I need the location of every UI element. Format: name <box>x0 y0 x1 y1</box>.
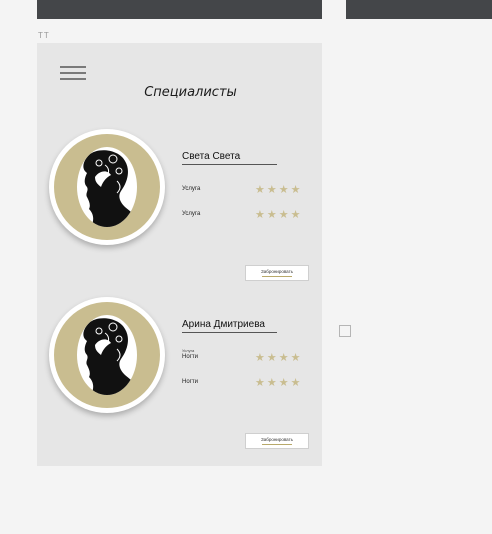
book-button-label: Забронировать <box>261 269 293 274</box>
checkbox[interactable] <box>339 325 351 337</box>
book-button[interactable]: Забронировать <box>245 265 309 281</box>
woman-silhouette-icon <box>77 147 137 227</box>
service-label: Услуга <box>182 211 201 217</box>
star-icon[interactable]: ★★★★ <box>255 209 302 221</box>
frame-header-bar-secondary <box>346 0 492 19</box>
service-row: Ногти ★★★★ <box>182 377 307 389</box>
specialist-card: Арина Дмитриева Услуга Ногти ★★★★ Ногти … <box>37 297 322 457</box>
service-row: Ногти ★★★★ <box>182 352 307 364</box>
hamburger-menu-icon[interactable] <box>60 66 86 80</box>
service-row: Услуга ★★★★ <box>182 184 307 196</box>
page-title: Специалисты <box>144 85 237 100</box>
frame-label: ТТ <box>38 31 50 40</box>
specialist-card: Света Света Услуга ★★★★ Услуга ★★★★ Забр… <box>37 129 322 289</box>
star-icon[interactable]: ★★★★ <box>255 377 302 389</box>
service-label: Услуга <box>182 186 201 192</box>
book-button[interactable]: Забронировать <box>245 433 309 449</box>
star-icon[interactable]: ★★★★ <box>255 184 302 196</box>
star-icon[interactable]: ★★★★ <box>255 352 302 364</box>
avatar[interactable] <box>49 129 165 245</box>
specialist-name: Света Света <box>182 151 277 165</box>
specialists-screen: Специалисты Света Света Услуга ★★★★ Услу… <box>37 43 322 466</box>
service-row: Услуга ★★★★ <box>182 209 307 221</box>
service-label: Ногти <box>182 354 198 360</box>
book-button-label: Забронировать <box>261 437 293 442</box>
woman-silhouette-icon <box>77 315 137 395</box>
frame-header-bar <box>37 0 322 19</box>
service-label: Ногти <box>182 379 198 385</box>
avatar[interactable] <box>49 297 165 413</box>
specialist-name: Арина Дмитриева <box>182 319 277 333</box>
